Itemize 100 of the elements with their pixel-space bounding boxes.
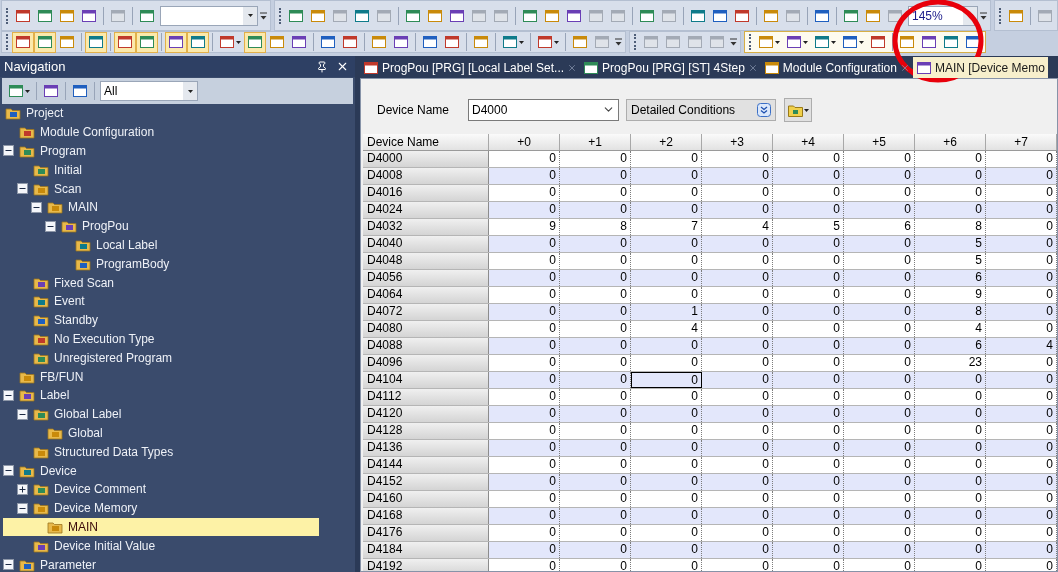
device-name-field[interactable]: D4000 (468, 99, 619, 121)
tool-button[interactable] (12, 31, 34, 53)
table-cell[interactable]: 0 (773, 168, 844, 184)
collapse-toggle[interactable] (3, 145, 14, 157)
column-header[interactable]: +6 (915, 134, 986, 150)
table-cell[interactable]: 0 (844, 270, 915, 286)
table-cell[interactable]: 0 (489, 389, 560, 405)
tool-button[interactable] (136, 31, 158, 53)
table-cell[interactable]: 0 (560, 525, 631, 541)
table-cell[interactable]: 0 (631, 474, 702, 490)
table-cell[interactable]: 23 (915, 355, 986, 371)
table-cell[interactable]: 0 (489, 236, 560, 252)
table-cell[interactable]: 0 (773, 338, 844, 354)
table-cell[interactable]: 0 (844, 457, 915, 473)
table-cell[interactable]: 0 (489, 474, 560, 490)
table-cell[interactable]: 0 (560, 457, 631, 473)
table-cell[interactable]: 0 (631, 168, 702, 184)
table-cell[interactable]: 0 (844, 185, 915, 201)
table-cell[interactable]: 0 (631, 270, 702, 286)
tab[interactable]: ProgPou [PRG] [Local Label Set... (360, 57, 581, 78)
table-cell[interactable]: 0 (631, 542, 702, 558)
table-cell[interactable]: 0 (773, 321, 844, 337)
table-cell[interactable]: 0 (702, 202, 773, 218)
table-cell[interactable]: 0 (915, 525, 986, 541)
table-cell[interactable]: 0 (986, 219, 1057, 235)
table-cell[interactable]: 0 (560, 270, 631, 286)
tree-item[interactable]: Initial (3, 160, 319, 180)
tree-item[interactable]: Label (3, 385, 319, 405)
tool-button[interactable] (187, 31, 209, 53)
table-cell[interactable]: 0 (844, 406, 915, 422)
table-cell[interactable]: 4 (915, 321, 986, 337)
table-cell[interactable]: 0 (915, 372, 986, 388)
table-cell[interactable]: 0 (489, 559, 560, 571)
table-cell[interactable]: 0 (560, 355, 631, 371)
tool-button[interactable] (114, 31, 136, 53)
table-cell[interactable]: 0 (986, 304, 1057, 320)
table-cell[interactable]: 0 (702, 406, 773, 422)
tree-item[interactable]: Standby (3, 310, 319, 330)
table-cell[interactable]: 0 (986, 372, 1057, 388)
table-cell[interactable]: 0 (773, 253, 844, 269)
table-cell[interactable]: 0 (560, 474, 631, 490)
folder-menu-button[interactable] (784, 98, 812, 122)
table-cell[interactable]: 6 (915, 338, 986, 354)
table-cell[interactable]: 0 (702, 236, 773, 252)
table-cell[interactable]: 0 (773, 389, 844, 405)
table-cell[interactable]: 5 (915, 253, 986, 269)
table-cell[interactable]: 0 (986, 321, 1057, 337)
table-cell[interactable]: 0 (773, 457, 844, 473)
table-cell[interactable]: 0 (560, 151, 631, 167)
expand-toggle[interactable] (17, 483, 28, 495)
tree-item[interactable]: ProgPou (3, 216, 319, 236)
table-cell[interactable]: 0 (773, 440, 844, 456)
table-cell[interactable]: 0 (489, 168, 560, 184)
detailed-conditions-button[interactable]: Detailed Conditions (626, 99, 776, 121)
table-cell[interactable]: 0 (702, 525, 773, 541)
table-cell[interactable]: 0 (702, 321, 773, 337)
table-cell[interactable]: 0 (986, 389, 1057, 405)
table-cell[interactable]: 0 (560, 304, 631, 320)
table-cell[interactable]: 0 (702, 270, 773, 286)
table-cell[interactable]: 0 (702, 423, 773, 439)
tree-item[interactable]: Device Comment (3, 479, 319, 499)
table-cell[interactable]: 7 (631, 219, 702, 235)
table-cell[interactable]: 0 (489, 338, 560, 354)
table-cell[interactable]: 0 (489, 151, 560, 167)
table-cell[interactable]: 0 (489, 423, 560, 439)
table-cell[interactable]: 0 (489, 406, 560, 422)
table-cell[interactable]: 0 (773, 406, 844, 422)
table-cell[interactable]: 0 (773, 236, 844, 252)
table-cell[interactable]: 0 (773, 542, 844, 558)
table-cell[interactable]: 0 (844, 491, 915, 507)
collapse-toggle[interactable] (31, 201, 42, 213)
table-cell[interactable]: 0 (915, 491, 986, 507)
table-cell[interactable]: 0 (915, 406, 986, 422)
table-cell[interactable]: 0 (702, 253, 773, 269)
table-cell[interactable]: 0 (631, 508, 702, 524)
table-cell[interactable]: 0 (489, 372, 560, 388)
table-cell[interactable]: 0 (773, 372, 844, 388)
collapse-toggle[interactable] (17, 502, 28, 514)
table-cell[interactable]: 0 (986, 406, 1057, 422)
table-cell[interactable]: 9 (915, 287, 986, 303)
tree-item[interactable]: MAIN (3, 198, 319, 217)
table-cell[interactable]: 0 (915, 440, 986, 456)
table-cell[interactable]: 0 (844, 287, 915, 303)
table-cell[interactable]: 0 (631, 372, 702, 388)
tree-item[interactable]: Fixed Scan (3, 273, 319, 292)
collapse-toggle[interactable] (3, 559, 14, 570)
overflow-icon[interactable] (615, 38, 622, 46)
table-cell[interactable]: 0 (773, 202, 844, 218)
table-cell[interactable]: 0 (844, 559, 915, 571)
table-cell[interactable]: 0 (773, 491, 844, 507)
table-cell[interactable]: 0 (702, 355, 773, 371)
table-cell[interactable]: 0 (631, 525, 702, 541)
table-cell[interactable]: 0 (915, 423, 986, 439)
pin-icon[interactable] (316, 60, 328, 73)
overflow-icon[interactable] (980, 11, 987, 20)
table-cell[interactable]: 0 (702, 389, 773, 405)
table-cell[interactable]: 0 (915, 185, 986, 201)
table-cell[interactable]: 4 (631, 321, 702, 337)
table-cell[interactable]: 0 (773, 287, 844, 303)
table-cell[interactable]: 0 (631, 151, 702, 167)
